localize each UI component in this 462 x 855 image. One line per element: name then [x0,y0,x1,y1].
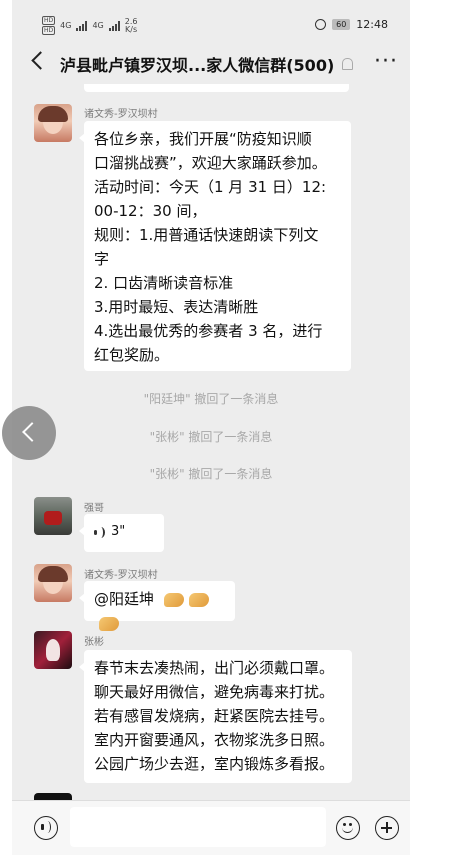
plus-button[interactable] [375,816,399,840]
voice-input-button[interactable] [34,816,58,840]
message-line: 室内开窗要通风，衣物浆洗多日照。 [94,731,335,749]
clock: 12:48 [356,18,388,31]
back-arrow-icon[interactable] [31,51,50,70]
avatar[interactable] [34,564,72,602]
alarm-icon [315,19,327,30]
recall-notice: "张彬" 撤回了一条消息 [149,467,273,481]
mention-text: @阳廷坤 [94,590,155,608]
emoji-button[interactable] [336,816,360,840]
clap-emoji-icon [188,592,209,607]
message-line: 4.选出最优秀的参赛者 3 名，进行 [94,322,323,340]
mute-bell-icon [342,58,353,70]
message-line: 活动时间：今天（1 月 31 日）12: [94,178,327,196]
signal-icon [108,20,120,31]
sender-name: 张彬 [84,637,104,648]
net-speed: 2.6 K/s [125,17,138,34]
avatar[interactable] [34,497,72,535]
avatar[interactable] [34,104,72,142]
voice-message-bubble[interactable]: 3" [79,514,164,552]
message-line: 红包奖励。 [94,346,170,364]
input-toolbar [12,800,410,855]
avatar[interactable] [34,631,72,669]
clap-emoji-icon [163,592,184,607]
status-right: 60 12:48 [315,18,388,31]
sender-name: 强哥 [84,503,104,514]
signal-icon [76,20,88,31]
voice-message: 3" [94,520,154,544]
message-bubble[interactable]: 春节末去凑热闹，出门必须戴口罩。 聊天最好用微信，避免病毒来打扰。 若有感冒发烧… [79,650,352,783]
message-line: 聊天最好用微信，避免病毒来打扰。 [94,683,335,701]
signal-label: 4G [92,21,104,30]
message-line: 春节末去凑热闹，出门必须戴口罩。 [94,659,335,677]
signal-label: 4G [60,21,72,30]
sender-name: 诸文秀-罗汉坝村 [84,570,158,581]
chat-window: HD HD 4G 4G 2.6 K/s 60 12:48 泸县毗卢镇罗汉坝...… [12,0,410,855]
message-line: 字 [94,250,110,268]
chat-title: 泸县毗卢镇罗汉坝...家人微信群(500) [60,56,335,75]
voice-duration: 3" [111,524,126,539]
message-input[interactable] [70,807,326,847]
recall-notice: "张彬" 撤回了一条消息 [149,430,273,444]
recall-notice: "阳廷坤" 撤回了一条消息 [143,392,279,406]
voice-wave-icon [94,526,105,538]
network-indicators: HD HD 4G 4G 2.6 K/s [42,16,137,35]
battery-icon: 60 [332,19,351,30]
hd-badge: HD [42,16,56,25]
hd-badge: HD [42,26,56,35]
message-line: 00-12：30 间， [94,202,207,220]
message-bubble[interactable]: @阳廷坤 [79,581,235,631]
message-line: 口溜挑战赛”，欢迎大家踊跃参加。 [94,154,327,172]
more-options-button[interactable]: ··· [374,49,398,74]
clap-emoji-icon [99,616,119,631]
message-line: 规则：1.用普通话快速朗读下列文 [94,226,319,244]
emoji-icon [343,823,346,826]
message-line: 公园广场少去逛，室内锻炼多看报。 [94,755,335,773]
message-bubble[interactable]: 各位乡亲，我们开展“防疫知识顺 口溜挑战赛”，欢迎大家踊跃参加。 活动时间：今天… [79,121,351,371]
message-line: 2. 口齿清晰读音标准 [94,274,234,292]
message-line: 若有感冒发烧病，赶紧医院去挂号。 [94,707,335,725]
floating-back-button[interactable] [2,406,56,460]
chat-header: 泸县毗卢镇罗汉坝...家人微信群(500) ··· [12,40,410,86]
previous-message-bubble [84,84,349,92]
message-line: 3.用时最短、表达清晰胜 [94,298,259,316]
message-line: 各位乡亲，我们开展“防疫知识顺 [94,130,312,148]
sender-name: 诸文秀-罗汉坝村 [84,109,158,120]
status-bar: HD HD 4G 4G 2.6 K/s 60 12:48 [12,0,410,40]
net-speed-unit: K/s [125,24,138,34]
